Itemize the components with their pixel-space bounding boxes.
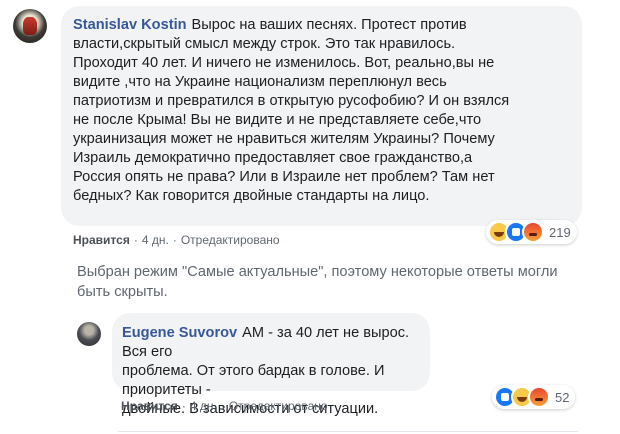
like-link[interactable]: Нравится (121, 399, 178, 413)
reply-actions: Нравится · 4 дн. · Отредактировано (121, 399, 328, 413)
like-link[interactable]: Нравится (73, 233, 130, 247)
separator-dot: · (133, 233, 138, 247)
filter-notice: Выбран режим "Самые актуальные", поэтому… (77, 264, 558, 300)
comment-author-link[interactable]: Stanislav Kostin (73, 17, 187, 33)
reply-author-link[interactable]: Eugene Suvorov (122, 325, 237, 341)
edited-label[interactable]: Отредактировано (229, 399, 328, 413)
comment-body: Stanislav Kostin Вырос на ваших песнях. П… (73, 16, 578, 206)
edited-label[interactable]: Отредактировано (181, 233, 280, 247)
reply-reactions[interactable]: 52 (492, 385, 576, 409)
reply-avatar[interactable] (77, 322, 101, 346)
comment-text: Вырос на ваших песнях. Протест против вл… (73, 17, 510, 204)
reaction-count: 52 (555, 389, 570, 405)
comment-reactions[interactable]: 219 (486, 220, 577, 244)
comment-actions: Нравится · 4 дн. · Отредактировано (73, 233, 280, 247)
separator-dot: · (220, 399, 225, 413)
separator-dot: · (172, 233, 177, 247)
separator-dot: · (181, 399, 186, 413)
avatar[interactable] (13, 9, 47, 43)
comment-timestamp[interactable]: 4 дн. (142, 233, 169, 247)
avatar-image (23, 17, 37, 35)
reply-timestamp[interactable]: 4 дн. (190, 399, 217, 413)
divider (118, 431, 578, 432)
reaction-count: 219 (549, 224, 571, 240)
angry-emoji-icon (522, 221, 544, 243)
angry-emoji-icon (528, 386, 550, 408)
